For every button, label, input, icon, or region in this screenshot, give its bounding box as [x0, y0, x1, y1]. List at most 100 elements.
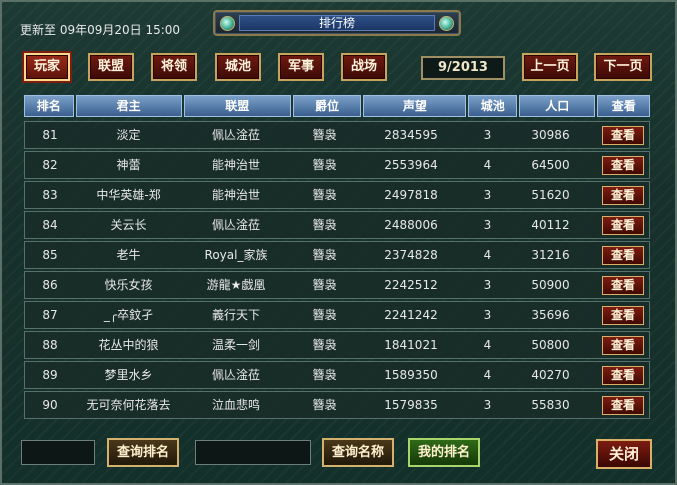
cities-cell: 3	[483, 188, 492, 202]
next-page-button[interactable]: 下一页	[594, 53, 652, 81]
alliance-cell: Royal_家族	[204, 248, 268, 262]
name-search-input[interactable]	[195, 440, 311, 465]
prestige-cell: 2553964	[384, 158, 438, 172]
rank-cell: 85	[42, 248, 58, 262]
alliance-cell: 泣血悲鸣	[211, 398, 260, 412]
alliance-cell: 佩亾淦莅	[211, 128, 260, 142]
prestige-cell: 2241242	[384, 308, 438, 322]
population-cell: 30986	[531, 128, 570, 142]
rank-cell: 88	[42, 338, 58, 352]
view-button[interactable]: 查看	[602, 366, 644, 385]
title-cell: 簪袅	[312, 398, 337, 412]
cities-cell: 4	[483, 338, 492, 352]
alliance-cell: 佩亾淦莅	[211, 368, 260, 382]
population-cell: 40270	[531, 368, 570, 382]
view-button[interactable]: 查看	[602, 276, 644, 295]
view-button[interactable]: 查看	[602, 336, 644, 355]
rank-cell: 90	[42, 398, 58, 412]
prestige-cell: 2497818	[384, 188, 438, 202]
cities-cell: 4	[483, 158, 492, 172]
lord-cell: _╭卒鈫孑	[103, 308, 154, 322]
title-cell: 簪袅	[312, 218, 337, 232]
col-title: 爵位	[292, 95, 362, 117]
table-row: 86 快乐女孩 游龍★戯凰 簪袅 2242512 3 50900 查看	[24, 271, 650, 299]
title-cell: 簪袅	[312, 278, 337, 292]
title-cell: 簪袅	[312, 368, 337, 382]
lord-cell: 淡定	[116, 128, 141, 142]
lord-cell: 关云长	[110, 218, 147, 232]
tab-military[interactable]: 军事	[278, 53, 324, 81]
table-row: 81 淡定 佩亾淦莅 簪袅 2834595 3 30986 查看	[24, 121, 650, 149]
table-row: 87 _╭卒鈫孑 義行天下 簪袅 2241242 3 35696 查看	[24, 301, 650, 329]
view-button[interactable]: 查看	[602, 126, 644, 145]
close-button[interactable]: 关闭	[596, 439, 652, 469]
page-indicator: 9/2013	[421, 56, 505, 80]
prestige-cell: 1589350	[384, 368, 438, 382]
rank-cell: 81	[42, 128, 58, 142]
query-rank-button[interactable]: 查询排名	[107, 438, 179, 467]
tab-general[interactable]: 将领	[151, 53, 197, 81]
tab-alliance[interactable]: 联盟	[88, 53, 134, 81]
cities-cell: 3	[483, 308, 492, 322]
tab-player[interactable]: 玩家	[24, 53, 70, 81]
lord-cell: 花丛中的狼	[98, 338, 159, 352]
prestige-cell: 2488006	[384, 218, 438, 232]
alliance-cell: 温柔一剑	[211, 338, 260, 352]
col-view: 查看	[597, 95, 650, 117]
table-row: 88 花丛中的狼 温柔一剑 簪袅 1841021 4 50800 查看	[24, 331, 650, 359]
prestige-cell: 2242512	[384, 278, 438, 292]
population-cell: 35696	[531, 308, 570, 322]
update-timestamp: 更新至 09年09月20日 15:00	[20, 23, 181, 37]
view-button[interactable]: 查看	[602, 306, 644, 325]
table-body: 81 淡定 佩亾淦莅 簪袅 2834595 3 30986 查看 82 神蕾 能神治世 簪袅 25539…	[24, 121, 650, 421]
view-button[interactable]: 查看	[602, 396, 644, 415]
lord-cell: 神蕾	[116, 158, 141, 172]
lord-cell: 无可奈何花落去	[86, 398, 171, 412]
title-cell: 簪袅	[312, 308, 337, 322]
title-frame: 排行榜	[213, 10, 461, 36]
rank-cell: 82	[42, 158, 58, 172]
my-rank-button[interactable]: 我的排名	[408, 438, 480, 467]
title-cell: 簪袅	[312, 128, 337, 142]
tab-battlefield[interactable]: 战场	[341, 53, 387, 81]
window-title: 排行榜	[239, 15, 435, 31]
col-cities: 城池	[468, 95, 518, 117]
table-row: 89 梦里水乡 佩亾淦莅 簪袅 1589350 4 40270 查看	[24, 361, 650, 389]
title-cell: 簪袅	[312, 338, 337, 352]
col-population: 人口	[519, 95, 596, 117]
alliance-cell: 能神治世	[211, 188, 260, 202]
col-prestige: 声望	[363, 95, 467, 117]
ranking-panel: 更新至 09年09月20日 15:00 排行榜 玩家 联盟 将领 城池 军事 战…	[0, 0, 677, 485]
query-name-button[interactable]: 查询名称	[322, 438, 394, 467]
ranking-table: 排名 君主 联盟 爵位 声望 城池 人口 查看 81 淡定 佩亾淦莅 簪袅 283459…	[24, 95, 650, 421]
rank-cell: 87	[42, 308, 58, 322]
view-button[interactable]: 查看	[602, 216, 644, 235]
population-cell: 40112	[531, 218, 570, 232]
jade-orb-icon	[220, 16, 235, 31]
alliance-cell: 義行天下	[211, 308, 260, 322]
view-button[interactable]: 查看	[602, 246, 644, 265]
rank-search-input[interactable]	[21, 440, 95, 465]
cities-cell: 3	[483, 278, 492, 292]
cities-cell: 3	[483, 128, 492, 142]
view-button[interactable]: 查看	[602, 186, 644, 205]
view-button[interactable]: 查看	[602, 156, 644, 175]
prestige-cell: 1579835	[384, 398, 438, 412]
cities-cell: 3	[483, 398, 492, 412]
lord-cell: 老牛	[116, 248, 141, 262]
table-row: 90 无可奈何花落去 泣血悲鸣 簪袅 1579835 3 55830 查看	[24, 391, 650, 419]
col-rank: 排名	[24, 95, 74, 117]
rank-cell: 84	[42, 218, 58, 232]
tab-city[interactable]: 城池	[215, 53, 261, 81]
population-cell: 64500	[531, 158, 570, 172]
title-cell: 簪袅	[312, 158, 337, 172]
alliance-cell: 能神治世	[211, 158, 260, 172]
table-header: 排名 君主 联盟 爵位 声望 城池 人口 查看	[24, 95, 650, 117]
prev-page-button[interactable]: 上一页	[522, 53, 578, 81]
lord-cell: 中华英雄-郑	[96, 188, 161, 202]
table-row: 82 神蕾 能神治世 簪袅 2553964 4 64500 查看	[24, 151, 650, 179]
population-cell: 31216	[531, 248, 570, 262]
table-row: 83 中华英雄-郑 能神治世 簪袅 2497818 3 51620 查看	[24, 181, 650, 209]
title-cell: 簪袅	[312, 248, 337, 262]
prestige-cell: 2374828	[384, 248, 438, 262]
